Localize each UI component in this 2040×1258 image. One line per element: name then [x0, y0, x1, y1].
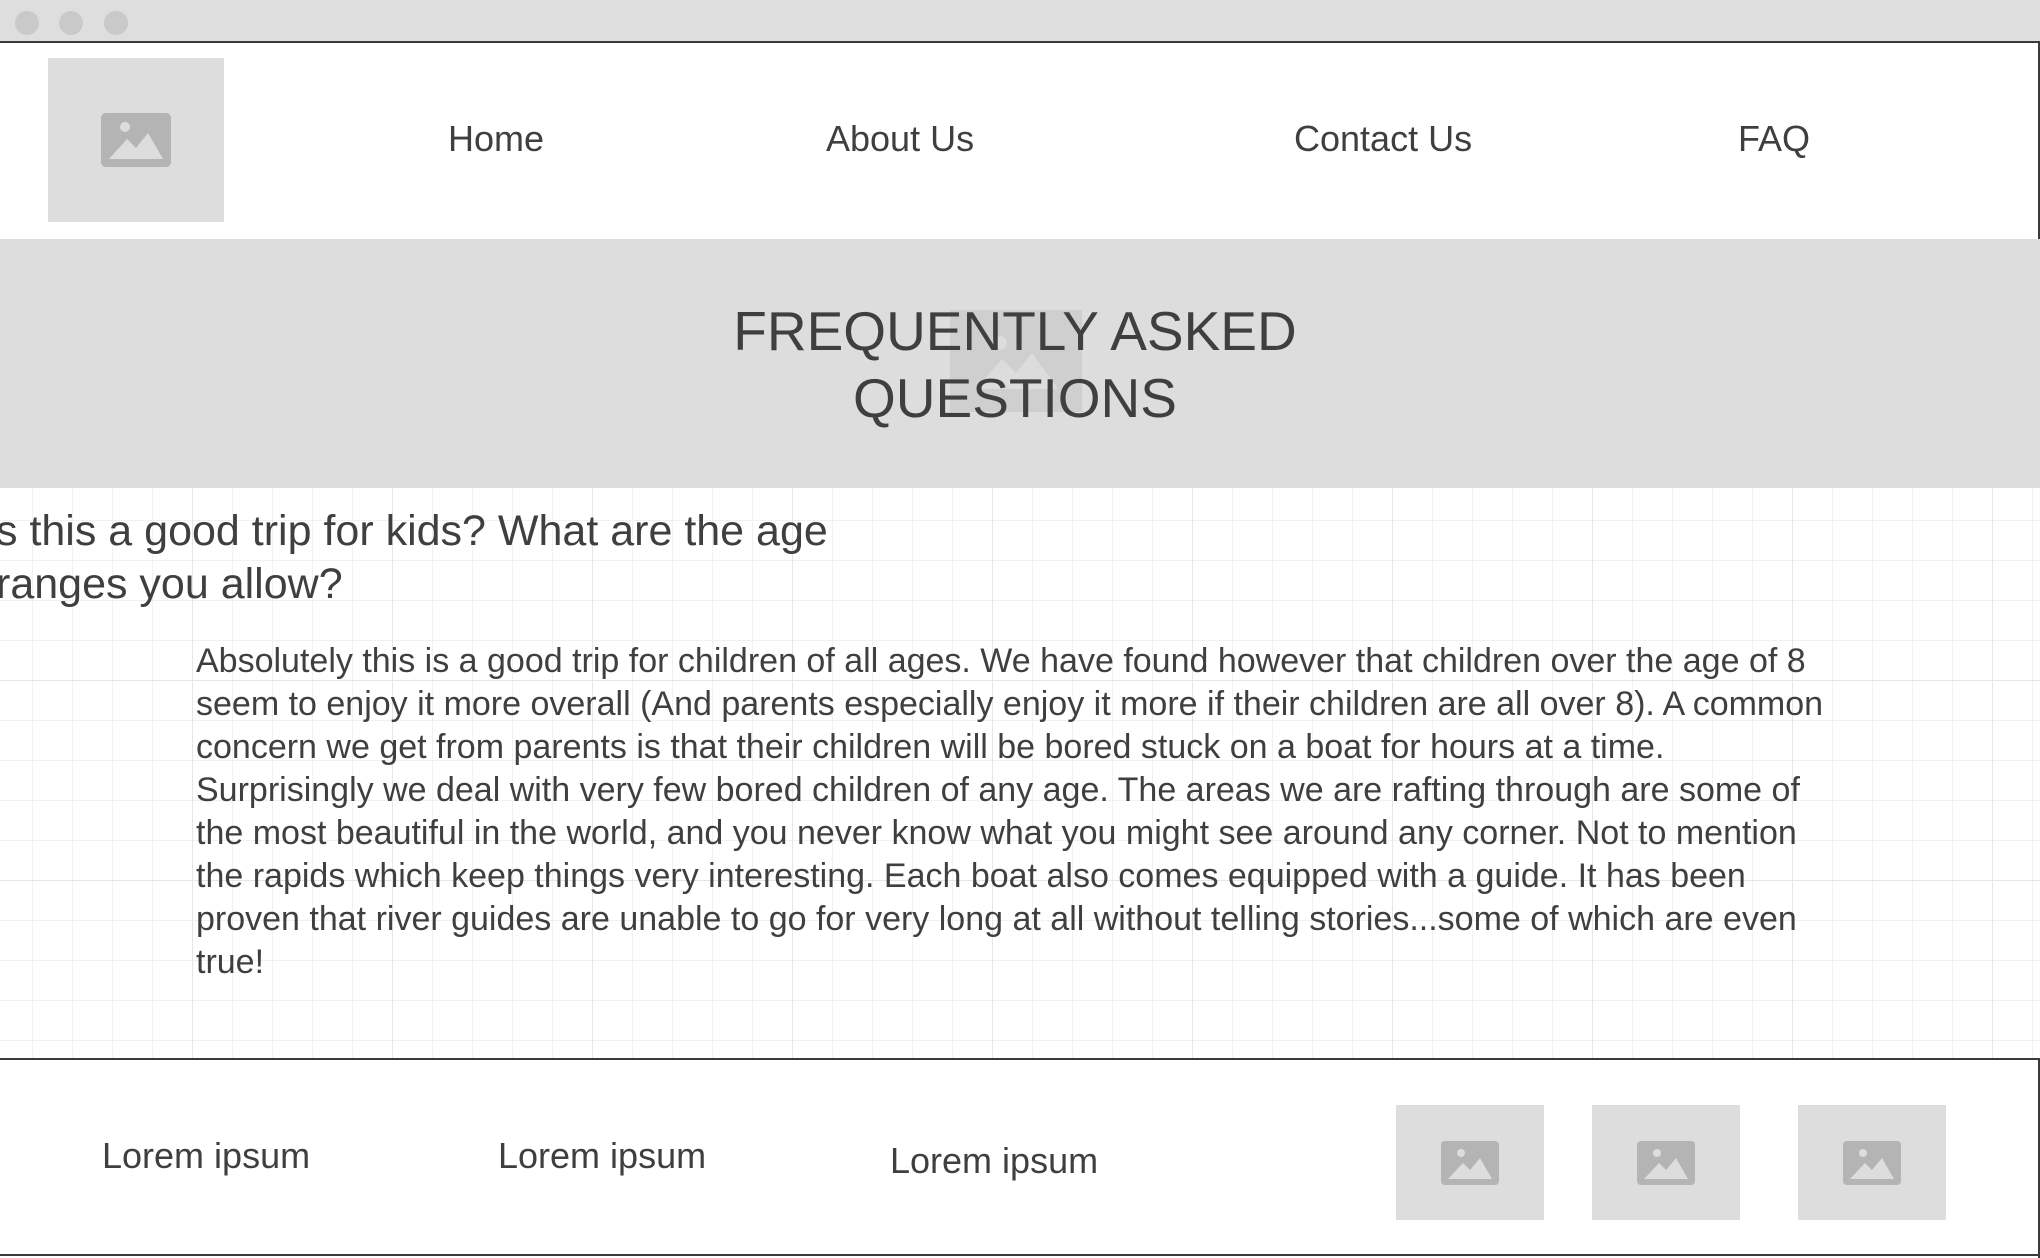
footer-image-3[interactable]: [1798, 1105, 1946, 1220]
image-placeholder-icon: [1843, 1140, 1901, 1185]
footer-image-1[interactable]: [1396, 1105, 1544, 1220]
page-title-line-1: FREQUENTLY ASKED: [733, 300, 1297, 362]
footer-link-1[interactable]: Lorem ipsum: [102, 1135, 310, 1177]
window-minimize-button[interactable]: [59, 11, 83, 35]
nav-faq-link[interactable]: FAQ: [1738, 118, 1810, 160]
nav-about-us-link[interactable]: About Us: [826, 118, 974, 160]
window-close-button[interactable]: [15, 11, 39, 35]
footer-link-2[interactable]: Lorem ipsum: [498, 1135, 706, 1177]
faq-answer: Absolutely this is a good trip for child…: [196, 642, 1824, 981]
image-placeholder-icon: [1637, 1140, 1695, 1185]
page-title: FREQUENTLY ASKED QUESTIONS: [0, 298, 2030, 432]
logo-image[interactable]: [48, 58, 224, 222]
site-header: [0, 43, 2040, 239]
footer-link-3[interactable]: Lorem ipsum: [890, 1140, 1098, 1182]
image-placeholder-icon: [101, 113, 171, 167]
window-titlebar: [0, 0, 2040, 43]
page-title-line-2: QUESTIONS: [853, 367, 1177, 429]
faq-question: s this a good trip for kids? What are th…: [0, 507, 828, 608]
window-maximize-button[interactable]: [104, 11, 128, 35]
image-placeholder-icon: [1441, 1140, 1499, 1185]
footer-image-2[interactable]: [1592, 1105, 1740, 1220]
nav-home-link[interactable]: Home: [448, 118, 544, 160]
footer-divider: [0, 1254, 2040, 1256]
nav-contact-us-link[interactable]: Contact Us: [1294, 118, 1472, 160]
